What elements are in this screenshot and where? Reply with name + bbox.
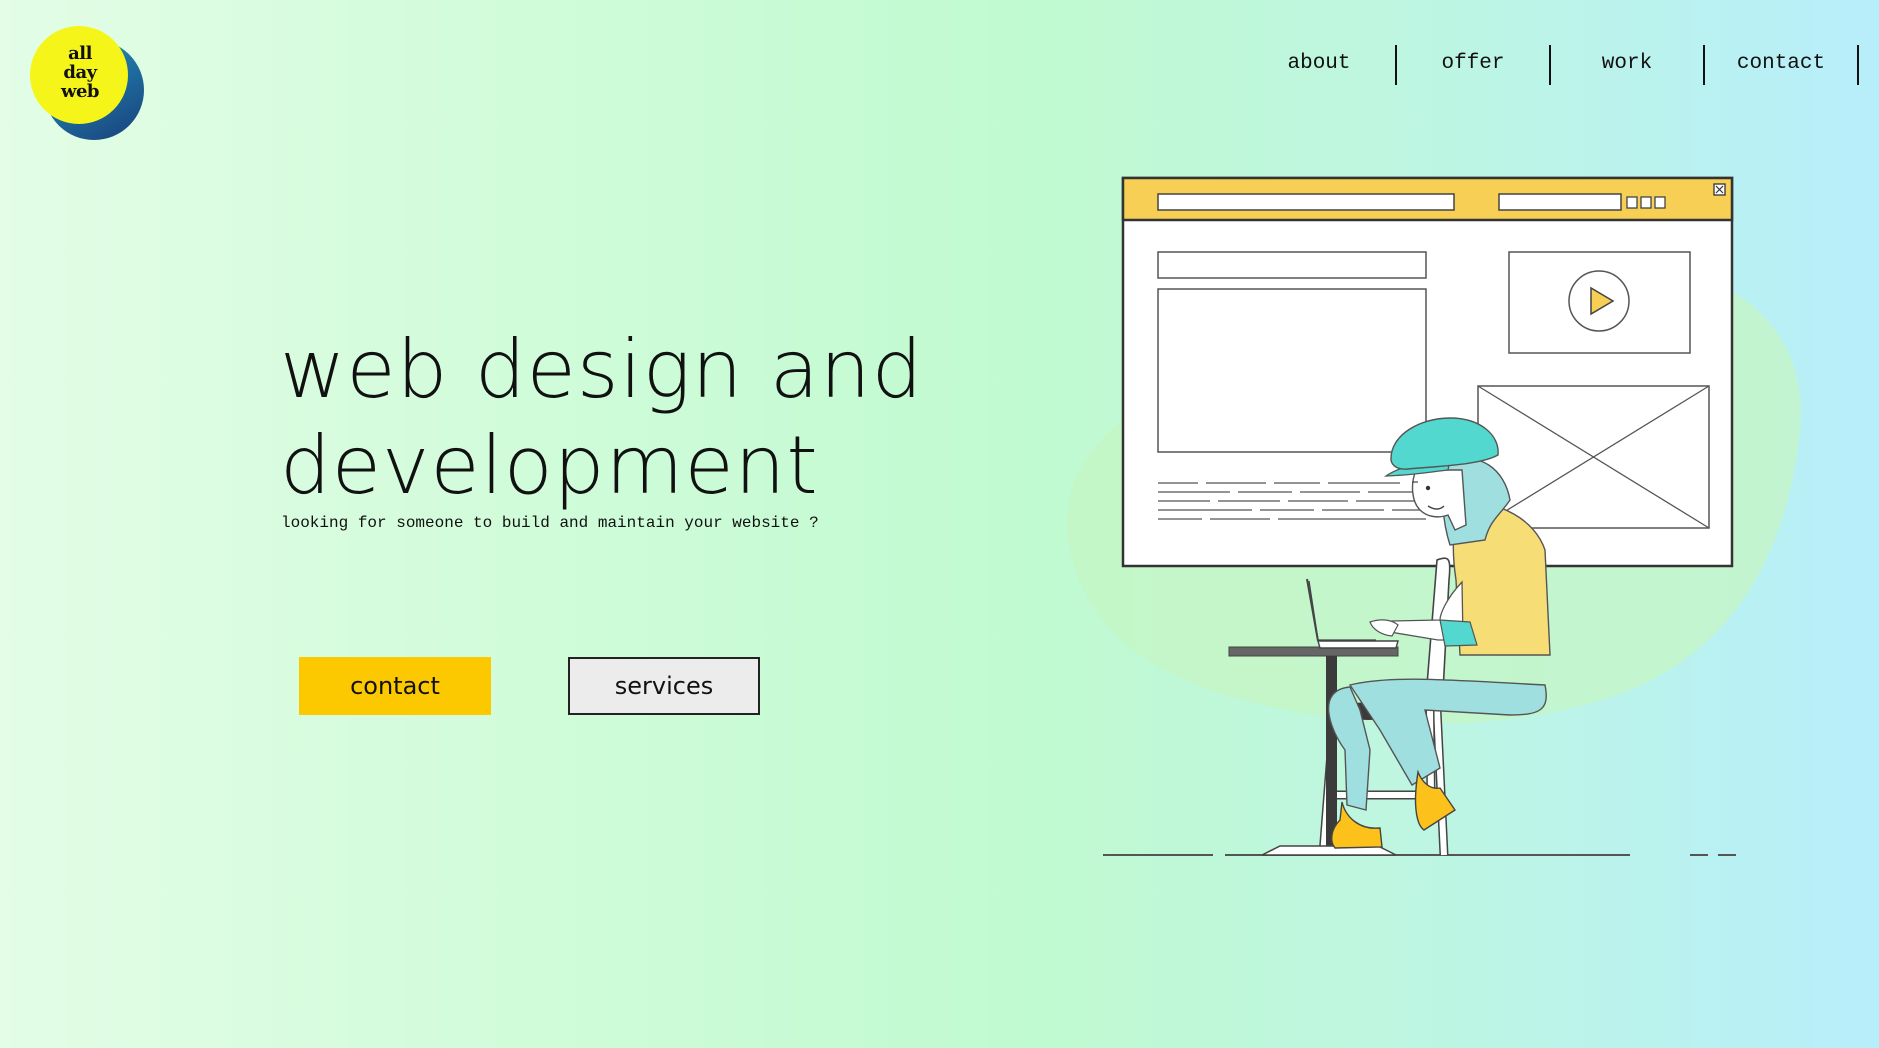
- hero-subtitle: looking for someone to build and maintai…: [281, 514, 819, 532]
- nav-item-about[interactable]: about: [1243, 45, 1397, 85]
- contact-button[interactable]: contact: [299, 657, 491, 715]
- nav-item-contact[interactable]: contact: [1705, 45, 1859, 85]
- close-icon: [1713, 183, 1726, 196]
- services-button[interactable]: services: [568, 657, 760, 715]
- hero-title-line-1: web design and: [280, 323, 924, 416]
- logo-yellow-circle: all day web: [30, 26, 128, 124]
- hero-title: web design and development: [280, 322, 980, 514]
- logo[interactable]: all day web: [28, 24, 148, 140]
- logo-text: all day web: [30, 44, 130, 101]
- main-nav: about offer work contact: [1243, 45, 1859, 85]
- logo-text-line: all: [68, 43, 92, 64]
- logo-text-line: web: [60, 81, 100, 102]
- play-icon: [1568, 270, 1630, 332]
- hero-illustration: [1066, 176, 1801, 856]
- nav-item-offer[interactable]: offer: [1397, 45, 1551, 85]
- logo-text-line: day: [63, 62, 97, 83]
- nav-item-work[interactable]: work: [1551, 45, 1705, 85]
- hero-title-line-2: development: [280, 419, 819, 512]
